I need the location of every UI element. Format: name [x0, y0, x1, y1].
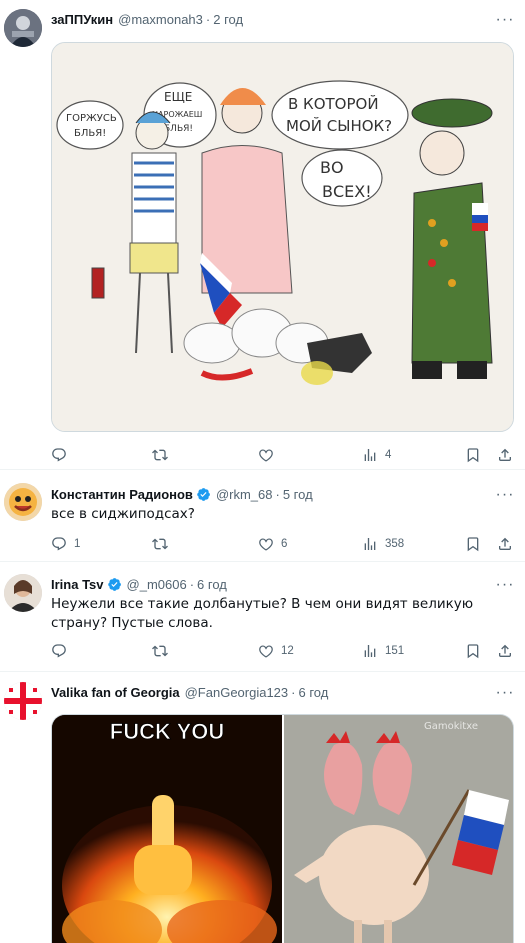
bookmark-button[interactable] [465, 445, 481, 465]
views-count: 358 [385, 538, 405, 550]
separator-dot: · [275, 487, 280, 502]
tweet-image-cartoon[interactable]: ГОРЖУСЬ БЛЬЯ! ЕЩЕ НАРОЖАЕШ БЛЬЯ! В КОТОР… [51, 42, 514, 432]
reply-icon [51, 447, 67, 463]
timestamp[interactable]: 6 год [197, 577, 227, 592]
author-name[interactable]: заППУкин [51, 12, 113, 27]
more-icon[interactable]: ··· [495, 685, 515, 702]
like-button[interactable]: 6 [258, 534, 287, 554]
author-name[interactable]: Valika fan of Georgia [51, 685, 180, 700]
image-caption: FUCK YOU [110, 719, 225, 744]
reply-icon [51, 643, 67, 659]
share-button[interactable] [497, 445, 513, 465]
bubble1-line2: БЛЬЯ! [74, 128, 106, 139]
more-icon[interactable]: ··· [495, 12, 515, 29]
views-count: 4 [385, 449, 392, 461]
tweet-1[interactable]: заППУкин @maxmonah3 · 2 год ··· ГОРЖУСЬ … [0, 0, 525, 470]
bubble4-line2: ВСЕХ! [322, 182, 372, 201]
tweet-media-grid: FUCK YOU Gamokitxe [51, 714, 514, 943]
tweet-actions: 12 151 [51, 641, 515, 661]
bubble3-line1: В КОТОРОЙ [288, 94, 379, 113]
reply-button[interactable]: 1 [51, 534, 80, 554]
retweet-button[interactable] [152, 641, 175, 661]
image-watermark: Gamokitxe [424, 721, 478, 732]
bubble3-line2: МОЙ СЫНОК? [286, 116, 392, 135]
tweet-text: все в сиджиподсах? [51, 506, 195, 522]
bubble4-line1: ВО [320, 158, 344, 177]
avatar[interactable] [4, 9, 42, 47]
reply-button[interactable] [51, 641, 74, 661]
timestamp[interactable]: 2 год [213, 12, 243, 27]
share-icon [497, 643, 513, 659]
bookmark-button[interactable] [465, 641, 481, 661]
retweet-icon [152, 536, 168, 552]
reply-count: 1 [74, 538, 81, 550]
separator-dot: · [291, 685, 296, 700]
author-handle[interactable]: @rkm_68 [216, 487, 273, 502]
retweet-icon [152, 447, 168, 463]
reply-icon [51, 536, 67, 552]
avatar[interactable] [4, 682, 42, 720]
bookmark-icon [465, 536, 481, 552]
author-name[interactable]: Irina Tsv [51, 577, 104, 592]
avatar[interactable] [4, 574, 42, 612]
author-handle[interactable]: @maxmonah3 [118, 12, 203, 27]
tweet-image-two-headed-chicken[interactable]: Gamokitxe [284, 715, 513, 943]
tweet-actions: 1 6 358 [51, 534, 515, 554]
author-handle[interactable]: @_m0606 [127, 577, 187, 592]
like-icon [258, 643, 274, 659]
like-icon [258, 536, 274, 552]
views-button[interactable]: 358 [362, 534, 404, 554]
verified-badge-icon [107, 577, 122, 592]
tweet-2[interactable]: Константин Радионов @rkm_68 · 5 год ··· … [0, 470, 525, 562]
separator-dot: · [189, 577, 195, 592]
author-handle[interactable]: @FanGeorgia123 [185, 685, 289, 700]
avatar[interactable] [4, 483, 42, 521]
like-count: 12 [281, 645, 294, 657]
views-icon [362, 536, 378, 552]
retweet-button[interactable] [152, 534, 175, 554]
timestamp[interactable]: 6 год [299, 685, 329, 700]
views-count: 151 [385, 645, 405, 657]
author-name[interactable]: Константин Радионов [51, 487, 193, 502]
like-icon [258, 447, 274, 463]
separator-dot: · [205, 12, 211, 27]
timestamp[interactable]: 5 год [283, 487, 313, 502]
reply-button[interactable] [51, 445, 74, 465]
views-button[interactable]: 151 [362, 641, 404, 661]
like-button[interactable]: 12 [258, 641, 294, 661]
share-button[interactable] [497, 641, 513, 661]
views-icon [362, 447, 378, 463]
bookmark-icon [465, 447, 481, 463]
like-button[interactable] [258, 445, 281, 465]
tweet-image-explosion[interactable]: FUCK YOU [52, 715, 282, 943]
share-icon [497, 536, 513, 552]
bookmark-icon [465, 643, 481, 659]
views-button[interactable]: 4 [362, 445, 391, 465]
more-icon[interactable]: ··· [495, 487, 515, 504]
share-button[interactable] [497, 534, 513, 554]
tweet-3[interactable]: Irina Tsv @_m0606 · 6 год ··· Неужели вс… [0, 562, 525, 672]
retweet-button[interactable] [152, 445, 175, 465]
retweet-icon [152, 643, 168, 659]
bookmark-button[interactable] [465, 534, 481, 554]
tweet-4[interactable]: Valika fan of Georgia @FanGeorgia123 · 6… [0, 672, 525, 943]
bubble2-line1: ЕЩЕ [164, 90, 192, 104]
views-icon [362, 643, 378, 659]
share-icon [497, 447, 513, 463]
bubble1-line1: ГОРЖУСЬ [66, 113, 117, 124]
more-icon[interactable]: ··· [495, 577, 515, 594]
verified-badge-icon [196, 487, 211, 502]
tweet-actions: 4 [51, 445, 515, 465]
tweet-text: Неужели все такие долбанутые? В чем они … [51, 596, 474, 631]
like-count: 6 [281, 538, 288, 550]
